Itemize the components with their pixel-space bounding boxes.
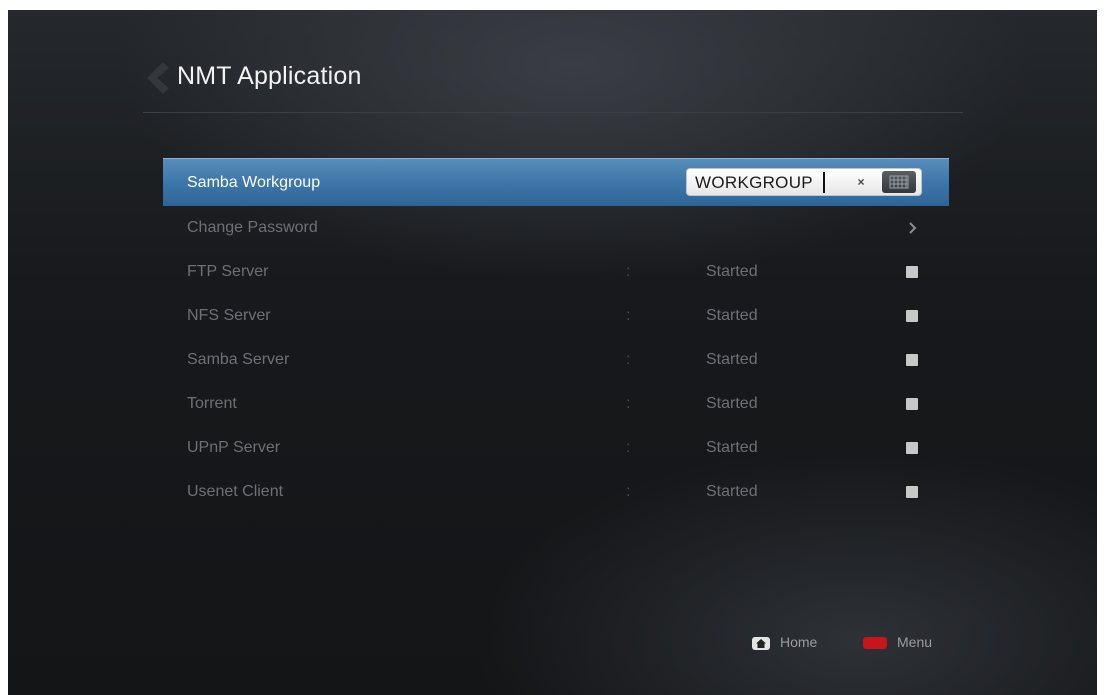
legend-menu[interactable]: Menu <box>863 634 932 650</box>
nmt-application-screen: NMT Application Samba Workgroup WORKGROU… <box>8 10 1097 695</box>
enable-checkbox[interactable] <box>906 354 918 366</box>
separator: : <box>626 483 631 500</box>
separator: : <box>626 307 631 324</box>
setting-label: Usenet Client <box>187 483 284 500</box>
menu-label: Menu <box>897 634 933 650</box>
enable-checkbox[interactable] <box>906 486 918 498</box>
status-value: Started <box>706 307 758 324</box>
chevron-left-icon[interactable] <box>143 60 169 96</box>
separator: : <box>626 395 631 412</box>
enable-checkbox[interactable] <box>906 398 918 410</box>
setting-change-password[interactable]: Change Password <box>163 206 949 250</box>
settings-list: Samba Workgroup WORKGROUP × Change Passw… <box>163 158 949 514</box>
setting-label: NFS Server <box>187 307 271 324</box>
setting-samba-server[interactable]: Samba Server : Started <box>163 338 949 382</box>
separator: : <box>626 439 631 456</box>
setting-nfs-server[interactable]: NFS Server : Started <box>163 294 949 338</box>
setting-ftp-server[interactable]: FTP Server : Started <box>163 250 949 294</box>
separator: : <box>626 263 631 280</box>
setting-torrent[interactable]: Torrent : Started <box>163 382 949 426</box>
enable-checkbox[interactable] <box>906 266 918 278</box>
setting-label: UPnP Server <box>187 439 281 456</box>
setting-label: FTP Server <box>187 263 269 280</box>
setting-samba-workgroup[interactable]: Samba Workgroup WORKGROUP × <box>163 158 949 206</box>
workgroup-input[interactable]: WORKGROUP × <box>686 168 922 196</box>
home-label: Home <box>780 634 818 650</box>
setting-upnp-server[interactable]: UPnP Server : Started <box>163 426 949 470</box>
red-key-icon <box>863 637 887 650</box>
status-value: Started <box>706 395 758 412</box>
title-bar: NMT Application <box>143 56 963 113</box>
separator: : <box>626 351 631 368</box>
setting-label: Samba Workgroup <box>187 174 321 191</box>
keyboard-icon[interactable] <box>882 171 916 193</box>
status-value: Started <box>706 263 758 280</box>
page-title: NMT Application <box>177 62 362 90</box>
text-caret <box>823 172 825 193</box>
setting-label: Torrent <box>187 395 237 412</box>
setting-usenet-client[interactable]: Usenet Client : Started <box>163 470 949 514</box>
legend-home[interactable]: Home <box>752 634 817 650</box>
chevron-right-icon <box>909 222 917 234</box>
clear-icon[interactable]: × <box>853 173 869 191</box>
workgroup-input-value: WORKGROUP <box>695 173 813 192</box>
home-key-icon <box>752 636 770 650</box>
status-value: Started <box>706 439 758 456</box>
setting-label: Samba Server <box>187 351 290 368</box>
status-value: Started <box>706 351 758 368</box>
status-value: Started <box>706 483 758 500</box>
enable-checkbox[interactable] <box>906 310 918 322</box>
setting-label: Change Password <box>187 219 318 236</box>
enable-checkbox[interactable] <box>906 442 918 454</box>
